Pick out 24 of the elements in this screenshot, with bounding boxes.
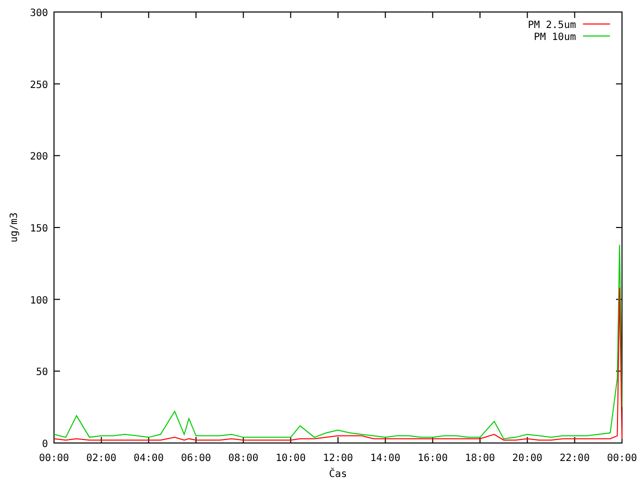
- x-tick-label: 04:00: [134, 453, 164, 464]
- y-tick-label: 50: [36, 367, 48, 378]
- y-tick-label: 150: [30, 224, 48, 234]
- y-tick-label: 0: [42, 439, 48, 450]
- y-tick-label: 100: [30, 295, 48, 306]
- x-axis-label: Čas: [328, 469, 348, 480]
- x-tick-label: 22:00: [560, 453, 590, 464]
- legend-label: PM 10um: [534, 32, 576, 43]
- x-tick-label: 02:00: [86, 453, 116, 464]
- x-tick-label: 00:00: [38, 453, 70, 464]
- x-tick-label: 06:00: [180, 453, 212, 464]
- y-axis-label: ug/m3: [9, 212, 20, 243]
- x-tick-label: 16:00: [418, 453, 448, 464]
- x-tick-label: 08:00: [228, 453, 258, 464]
- x-tick-label: 20:00: [512, 453, 542, 464]
- y-tick-label: 250: [30, 80, 48, 91]
- x-tick-label: 10:00: [276, 453, 306, 464]
- y-tick-label: 200: [30, 152, 48, 163]
- x-tick-label: 14:00: [370, 453, 400, 464]
- legend-label: PM 2.5um: [528, 20, 576, 31]
- x-tick-label: 12:00: [322, 453, 354, 464]
- x-tick-label: 00:00: [606, 453, 638, 464]
- y-tick-label: 300: [30, 8, 48, 19]
- x-tick-label: 18:00: [464, 453, 496, 464]
